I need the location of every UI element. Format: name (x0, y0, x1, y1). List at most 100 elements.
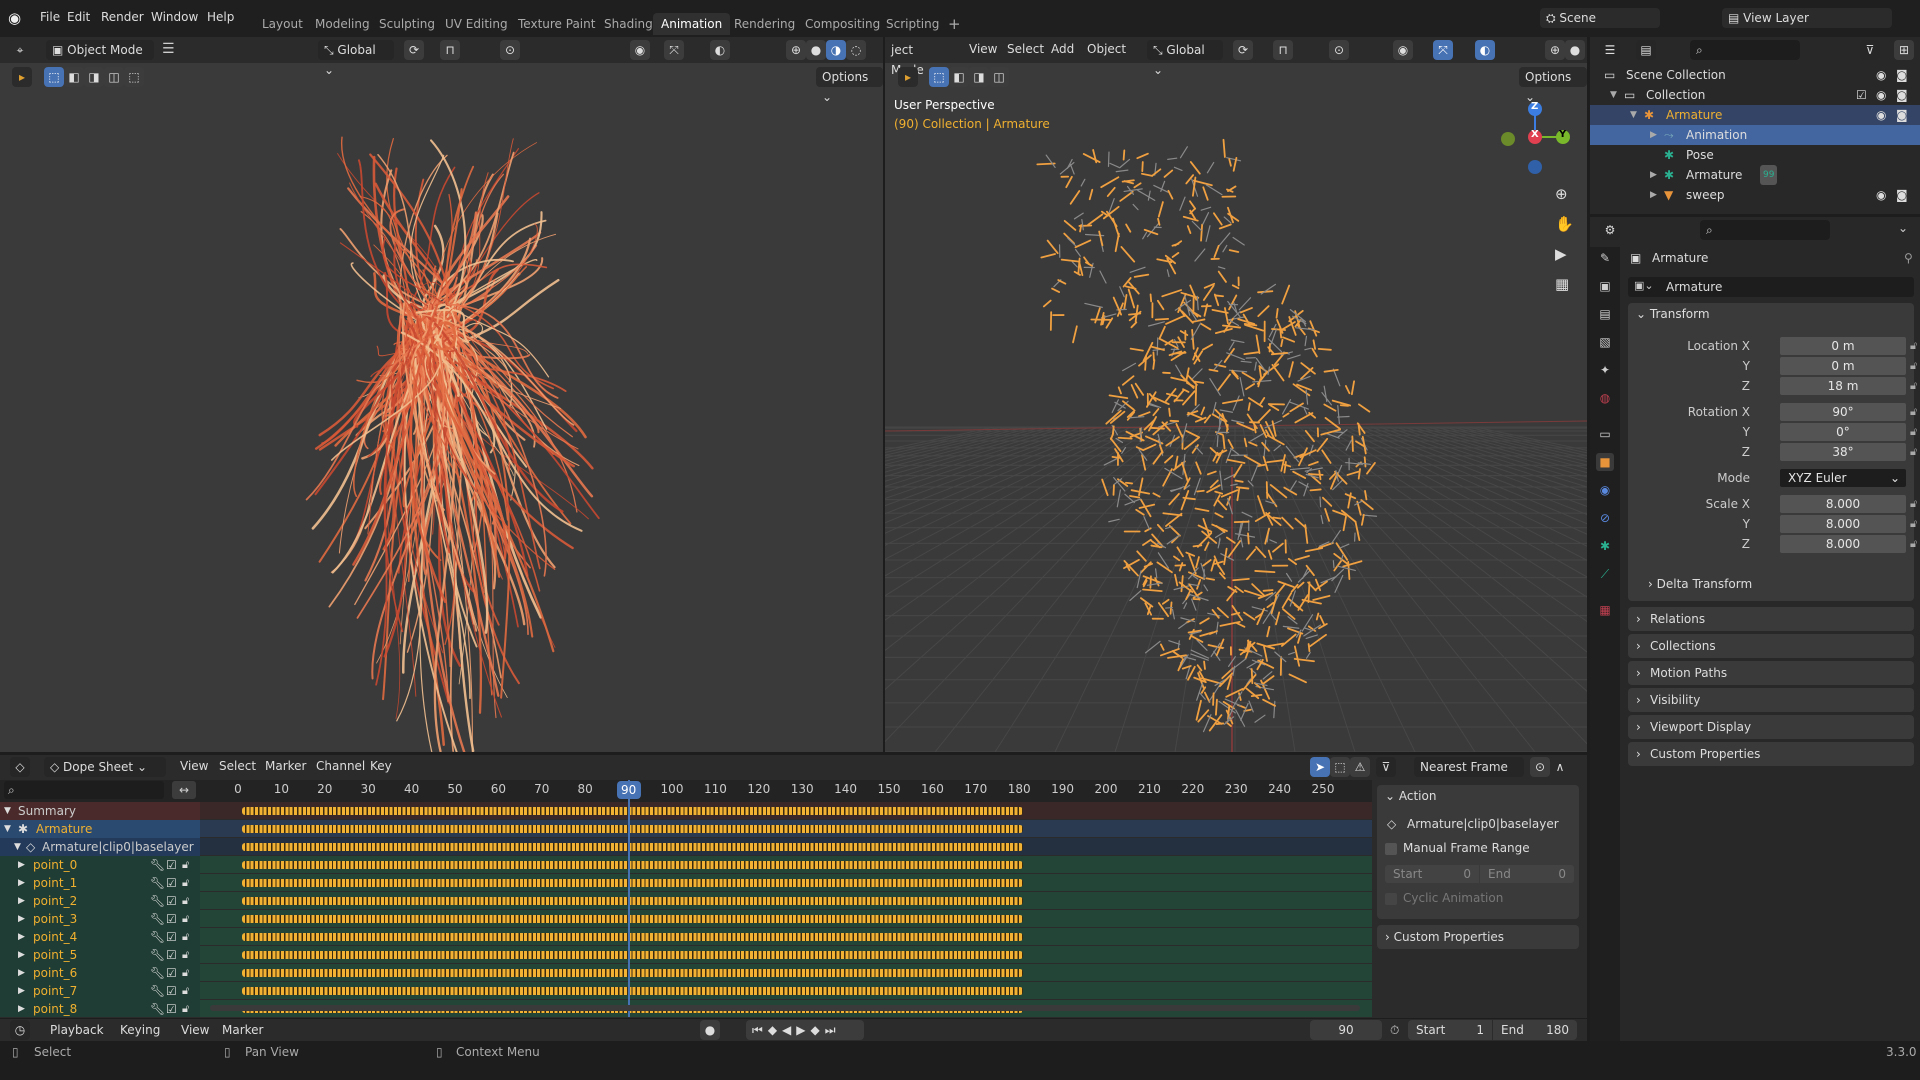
channel-row[interactable]: ▶ point_5 🔧︎ ☑ 🔓︎ (0, 946, 1372, 964)
outliner-item-label[interactable]: Armature (1686, 165, 1742, 185)
channel-label-row[interactable]: ▶ point_8 🔧︎ ☑ 🔓︎ (0, 1000, 200, 1017)
panel-collections[interactable]: › Collections (1628, 634, 1914, 658)
camera-icon[interactable]: ▶ (1555, 245, 1567, 263)
physics-tab-icon[interactable]: ◉ (1596, 481, 1614, 499)
panel-viewport-display[interactable]: › Viewport Display (1628, 715, 1914, 739)
frame-ruler[interactable]: ⌕ ↔ 0 10 20 30 40 50 60 70 80 100 110 120 130 140 150 1… (0, 780, 1372, 802)
expand-arrow-icon[interactable]: ▶ (18, 1000, 25, 1017)
outliner-row[interactable]: ▶ ▼ sweep ◉ ◙ (1590, 185, 1920, 205)
blender-logo-icon[interactable]: ◉ (8, 9, 21, 27)
keyframe-strip[interactable] (242, 807, 1024, 815)
wireframe-shading-icon-right[interactable]: ⊕ (1545, 40, 1565, 60)
lock-icon[interactable]: 🔓︎ (1910, 497, 1917, 511)
channel-row[interactable]: ▼ ✱ Armature (0, 820, 1372, 838)
pivot-icon-right[interactable]: ⟳ (1233, 40, 1253, 60)
channel-row[interactable]: ▶ point_6 🔧︎ ☑ 🔓︎ (0, 964, 1372, 982)
display-mode-icon[interactable]: ▤ (1636, 40, 1656, 60)
transform-field[interactable]: 0° (1780, 423, 1906, 441)
mute-checkbox[interactable]: ☑ (166, 874, 177, 892)
show-hidden-icon[interactable]: ⬚ (1330, 757, 1350, 777)
menu-window[interactable]: Window (151, 10, 198, 24)
camera-render-icon[interactable]: ◙ (1896, 105, 1908, 125)
play-reverse-icon[interactable]: ◀ (782, 1023, 796, 1037)
channel-label-row[interactable]: ▶ point_2 🔧︎ ☑ 🔓︎ (0, 892, 200, 910)
playhead[interactable] (627, 780, 630, 1017)
dope-menu-marker[interactable]: Marker (265, 759, 306, 773)
panel-relations[interactable]: › Relations (1628, 607, 1914, 631)
transform-field[interactable]: 38° (1780, 443, 1906, 461)
lock-icon[interactable]: 🔓︎ (182, 1000, 189, 1017)
lock-icon[interactable]: 🔓︎ (1910, 445, 1917, 459)
world-tab-icon[interactable]: ◍ (1596, 389, 1614, 407)
menu-help[interactable]: Help (207, 10, 234, 24)
expand-arrow-icon[interactable]: ▶ (18, 892, 25, 910)
channel-name[interactable]: Armature (36, 820, 92, 838)
action-name[interactable]: Armature|clip0|baselayer (1407, 817, 1559, 831)
expand-arrow-icon[interactable]: ▶ (18, 910, 25, 928)
bone-tab-icon[interactable]: ⟋ (1596, 565, 1614, 583)
keyframe-strip[interactable] (242, 951, 1024, 959)
start-frame-field[interactable]: Start 0 (1385, 865, 1479, 883)
outliner-item-label[interactable]: Collection (1646, 85, 1705, 105)
pan-hand-icon[interactable]: ✋ (1555, 215, 1574, 233)
expand-arrow-icon[interactable]: ▶ (18, 856, 25, 874)
workspace-tab-uv-editing[interactable]: UV Editing (437, 13, 516, 35)
texture-tab-icon[interactable]: ▦ (1596, 601, 1614, 619)
timeline-menu-keying[interactable]: Keying (120, 1023, 160, 1037)
cyclic-animation-checkbox[interactable] (1385, 893, 1397, 905)
eye-icon[interactable]: ◉ (1876, 105, 1886, 125)
visibility-icon-right[interactable]: ◉ (1393, 40, 1413, 60)
filters-icon[interactable]: ⊽ (1376, 757, 1396, 777)
jump-end-icon[interactable]: ⏭ (825, 1023, 841, 1037)
channel-label-row[interactable]: ▶ point_5 🔧︎ ☑ 🔓︎ (0, 946, 200, 964)
channel-label-row[interactable]: ▶ point_3 🔧︎ ☑ 🔓︎ (0, 910, 200, 928)
menu-render[interactable]: Render (101, 10, 144, 24)
lock-icon[interactable]: 🔓︎ (182, 946, 189, 964)
lock-icon[interactable]: 🔓︎ (182, 874, 189, 892)
keyframe-strip[interactable] (242, 969, 1024, 977)
wrench-icon[interactable]: 🔧︎ (150, 874, 165, 892)
viewport-menu-select[interactable]: Select (1007, 42, 1044, 56)
object-type-icon[interactable]: ▣⌄ (1634, 279, 1654, 292)
start-frame-input[interactable]: Start 1 (1408, 1020, 1492, 1040)
dope-editor-type-icon[interactable]: ◇ (10, 757, 30, 777)
render-tab-icon[interactable]: ▣ (1596, 277, 1614, 295)
expand-arrow-icon[interactable]: ▶ (18, 928, 25, 946)
eye-icon[interactable]: ◉ (1876, 185, 1886, 205)
channel-name[interactable]: point_0 (33, 856, 77, 874)
scene-tab-icon[interactable]: ✦ (1596, 361, 1614, 379)
channel-name[interactable]: Summary (18, 802, 76, 820)
proportional-icon[interactable]: ⊙ (1530, 757, 1550, 777)
select-invert-icon-right[interactable]: ◫ (989, 67, 1009, 87)
lock-icon[interactable]: 🔓︎ (182, 928, 189, 946)
outliner-row[interactable]: ▶ ⤳ Animation (1590, 125, 1920, 145)
horizontal-scrollbar[interactable] (210, 1005, 1360, 1011)
eye-icon[interactable]: ◉ (1876, 65, 1886, 85)
gizmo-y-label[interactable]: Y (1559, 129, 1566, 140)
properties-search-input[interactable]: ⌕ (1700, 220, 1830, 240)
end-frame-input[interactable]: End 180 (1493, 1020, 1577, 1040)
wrench-icon[interactable]: 🔧︎ (150, 928, 165, 946)
channel-row[interactable]: ▶ point_0 🔧︎ ☑ 🔓︎ (0, 856, 1372, 874)
options-dropdown-right[interactable]: Options ⌄ (1519, 67, 1587, 104)
camera-render-icon[interactable]: ◙ (1896, 85, 1908, 105)
mute-checkbox[interactable]: ☑ (166, 1000, 177, 1017)
outliner-row[interactable]: ▶ ✱ Armature 99 (1590, 165, 1920, 185)
expand-arrow-icon[interactable]: ▶ (1650, 125, 1657, 145)
orientation-dropdown-right[interactable]: ⤡ Global ⌄ (1147, 40, 1223, 77)
gizmo-z-label[interactable]: Z (1531, 101, 1538, 112)
exclude-checkbox[interactable]: ☑ (1856, 85, 1867, 105)
prev-keyframe-icon[interactable]: ◆ (768, 1023, 782, 1037)
select-tool-icon-right[interactable]: ▸ (898, 67, 918, 87)
play-icon[interactable]: ▶ (796, 1023, 810, 1037)
lock-icon[interactable]: 🔓︎ (182, 964, 189, 982)
channel-row[interactable]: ▶ point_4 🔧︎ ☑ 🔓︎ (0, 928, 1372, 946)
dope-menu-channel[interactable]: Channel (316, 759, 365, 773)
mute-checkbox[interactable]: ☑ (166, 964, 177, 982)
right-viewport[interactable]: ject Mode ⌄ View Select Add Object ⤡ Global… (885, 37, 1587, 752)
current-frame-indicator[interactable]: 90 (616, 781, 641, 799)
channel-name[interactable]: point_5 (33, 946, 77, 964)
scene-selector[interactable]: ⛭ Scene (1540, 8, 1660, 28)
channel-label-row[interactable]: ▶ point_6 🔧︎ ☑ 🔓︎ (0, 964, 200, 982)
channel-row[interactable]: ▶ point_2 🔧︎ ☑ 🔓︎ (0, 892, 1372, 910)
